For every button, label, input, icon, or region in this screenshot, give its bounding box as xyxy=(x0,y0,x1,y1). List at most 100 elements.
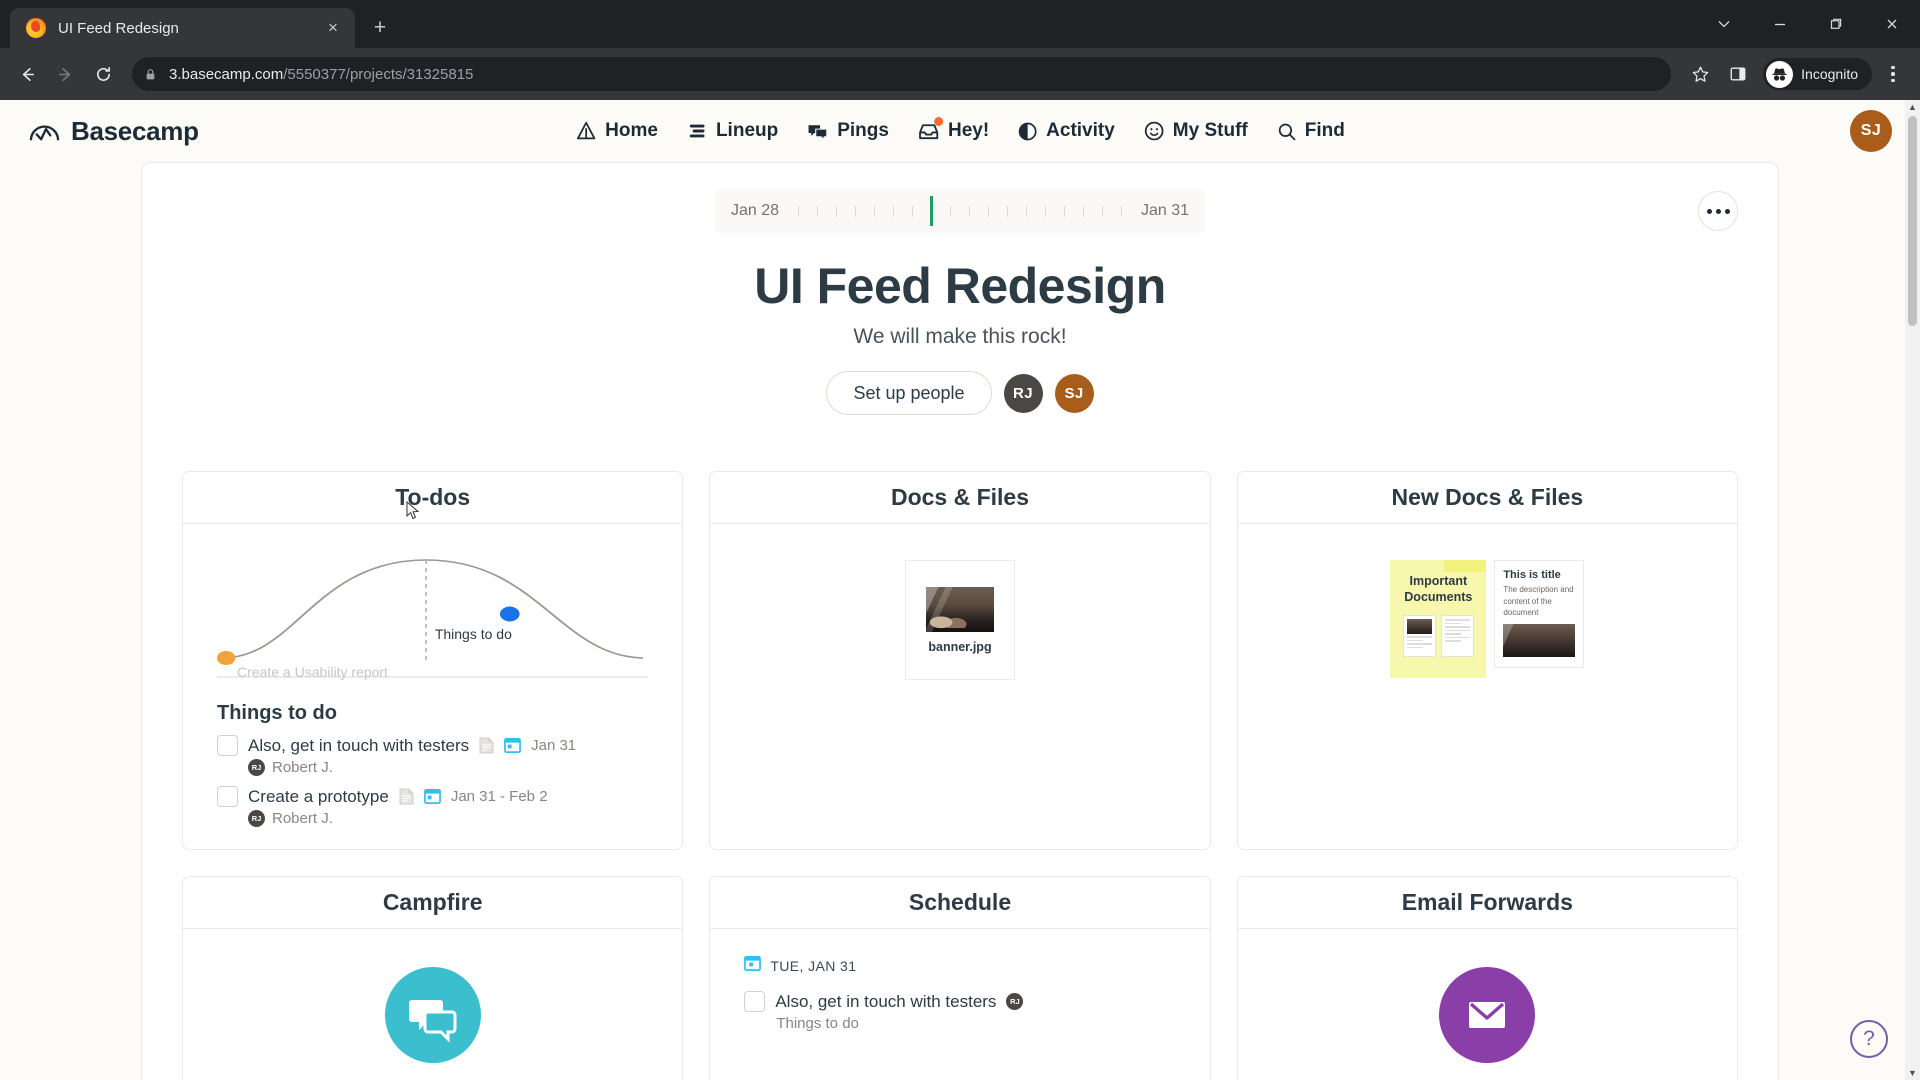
card-campfire[interactable]: Campfire xyxy=(182,876,684,1080)
mini-doc-icon xyxy=(1402,615,1436,658)
scroll-down-icon[interactable]: ▼ xyxy=(1908,1066,1917,1080)
new-tab-button[interactable]: + xyxy=(363,11,397,45)
nav-item-lineup[interactable]: Lineup xyxy=(686,120,778,142)
page-viewport: Basecamp Home Lineup Pings Hey! Activity… xyxy=(0,100,1920,1080)
project-timeline[interactable]: Jan 28 Jan 31 xyxy=(714,189,1206,233)
list-item[interactable]: Also, get in touch with testers Jan 31 R… xyxy=(217,735,648,776)
incognito-profile-button[interactable]: Incognito xyxy=(1763,58,1872,90)
scroll-up-icon[interactable]: ▲ xyxy=(1908,100,1917,114)
document-folder-tile[interactable]: Important Documents xyxy=(1390,560,1487,678)
nav-item-my-stuff[interactable]: My Stuff xyxy=(1143,120,1248,142)
todo-checkbox[interactable] xyxy=(217,735,238,756)
schedule-date-row: TUE, JAN 31 xyxy=(744,955,1175,977)
todo-checkbox[interactable] xyxy=(744,991,766,1012)
card-docs-files[interactable]: Docs & Files banner.jpg xyxy=(709,471,1211,850)
nav-item-find[interactable]: Find xyxy=(1276,120,1345,142)
list-item[interactable]: Create a prototype Jan 31 - Feb 2 RJ Rob… xyxy=(217,786,648,827)
chevron-down-icon[interactable] xyxy=(1696,0,1752,48)
nav-item-label: Home xyxy=(605,120,658,141)
url-text: 3.basecamp.com/5550377/projects/31325815 xyxy=(169,66,473,83)
basecamp-flame-icon xyxy=(26,18,46,38)
timeline-today-marker xyxy=(930,196,933,226)
todo-text: Also, get in touch with testers xyxy=(248,735,470,755)
hill-label-right: Things to do xyxy=(434,626,512,642)
card-body: banner.jpg xyxy=(710,524,1209,849)
todo-checkbox[interactable] xyxy=(217,786,238,807)
scrollbar-thumb[interactable] xyxy=(1908,116,1917,326)
nav-item-activity[interactable]: Activity xyxy=(1017,120,1115,142)
home-icon xyxy=(575,120,597,142)
incognito-label: Incognito xyxy=(1801,66,1858,82)
close-icon[interactable]: × xyxy=(321,16,345,40)
basecamp-logo[interactable]: Basecamp xyxy=(28,115,199,148)
card-body: Create a Usability report Things to do T… xyxy=(183,524,682,849)
card-body: TUE, JAN 31 Also, get in touch with test… xyxy=(710,929,1209,1080)
page-scrollbar[interactable]: ▲ ▼ xyxy=(1905,100,1920,1080)
avatar[interactable]: SJ xyxy=(1054,373,1094,413)
card-schedule[interactable]: Schedule TUE, JAN 31 Also, get in touch … xyxy=(709,876,1211,1080)
address-bar[interactable]: 3.basecamp.com/5550377/projects/31325815 xyxy=(132,57,1672,91)
todo-group-title: Things to do xyxy=(217,702,337,724)
calendar-icon xyxy=(423,788,441,805)
kebab-menu-icon[interactable] xyxy=(1876,57,1910,91)
browser-window: UI Feed Redesign × + 3.basecamp.com/5550… xyxy=(0,0,1920,1080)
avatar: RJ xyxy=(248,810,265,827)
minimize-icon[interactable] xyxy=(1752,0,1808,48)
basecamp-menu: Home Lineup Pings Hey! Activity My Stuff… xyxy=(575,116,1345,143)
schedule-date: TUE, JAN 31 xyxy=(770,958,857,974)
card-title: Campfire xyxy=(183,877,683,929)
activity-icon xyxy=(1017,121,1038,142)
side-panel-icon[interactable] xyxy=(1721,57,1755,91)
todo-text: Create a prototype xyxy=(248,786,389,806)
url-path: /5550377/projects/31325815 xyxy=(283,65,474,83)
tab-title: UI Feed Redesign xyxy=(58,19,179,37)
card-new-docs-files[interactable]: New Docs & Files Important Documents Thi… xyxy=(1236,471,1738,850)
hill-label-left: Create a Usability report xyxy=(237,664,388,680)
nav-item-hey[interactable]: Hey! xyxy=(917,116,989,143)
nav-item-pings[interactable]: Pings xyxy=(806,120,889,143)
more-options-icon[interactable] xyxy=(1698,191,1738,231)
search-icon xyxy=(1276,121,1297,142)
todo-date: Jan 31 xyxy=(531,737,577,754)
document-tile[interactable]: This is title The description and conten… xyxy=(1494,560,1585,668)
reload-icon[interactable] xyxy=(86,57,120,91)
todo-assignee: RJ Robert J. xyxy=(248,810,648,827)
forward-icon[interactable] xyxy=(48,57,82,91)
assignee-name: Robert J. xyxy=(272,759,333,776)
card-body xyxy=(183,929,682,1080)
avatar[interactable]: SJ xyxy=(1850,110,1892,152)
nav-item-home[interactable]: Home xyxy=(575,120,658,142)
help-button[interactable]: ? xyxy=(1850,1020,1888,1058)
folder-title: Important Documents xyxy=(1404,574,1473,604)
list-item[interactable]: Also, get in touch with testers RJ xyxy=(744,991,1175,1012)
card-title: Email Forwards xyxy=(1237,877,1737,929)
lock-icon xyxy=(144,68,157,81)
project-subtitle: We will make this rock! xyxy=(853,325,1067,348)
notification-badge xyxy=(933,116,943,126)
mouse-cursor xyxy=(406,500,420,526)
project-sheet-wrap: Jan 28 Jan 31 UI Feed Redesign We will m… xyxy=(0,162,1920,1080)
basecamp-nav: Basecamp Home Lineup Pings Hey! Activity… xyxy=(0,100,1920,162)
set-up-people-button[interactable]: Set up people xyxy=(826,371,992,415)
pings-icon xyxy=(806,120,829,143)
back-icon[interactable] xyxy=(10,57,44,91)
card-email-forwards[interactable]: Email Forwards xyxy=(1236,876,1738,1080)
card-todos[interactable]: To-dos Create a Usability report Things … xyxy=(182,471,684,850)
card-title: Schedule xyxy=(710,877,1210,929)
tools-grid: To-dos Create a Usability report Things … xyxy=(182,471,1738,1080)
schedule-item-text: Also, get in touch with testers xyxy=(775,991,997,1011)
maximize-icon[interactable] xyxy=(1808,0,1864,48)
document-icon xyxy=(399,788,414,805)
url-domain: 3.basecamp.com xyxy=(169,65,284,83)
project-sheet: Jan 28 Jan 31 UI Feed Redesign We will m… xyxy=(141,162,1779,1080)
mini-doc-icon xyxy=(1440,615,1474,658)
avatar[interactable]: RJ xyxy=(1003,373,1043,413)
close-icon[interactable] xyxy=(1864,0,1920,48)
star-icon[interactable] xyxy=(1683,57,1717,91)
file-tile[interactable]: banner.jpg xyxy=(904,560,1015,680)
hill-chart[interactable]: Create a Usability report Things to do xyxy=(217,544,649,696)
card-body xyxy=(1238,929,1737,1080)
nav-item-label: Activity xyxy=(1046,120,1115,141)
browser-tab[interactable]: UI Feed Redesign × xyxy=(10,8,355,48)
basecamp-logo-icon xyxy=(28,115,61,148)
